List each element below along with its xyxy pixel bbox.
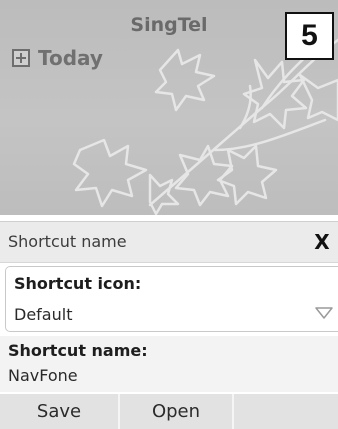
open-button[interactable]: Open — [120, 394, 234, 429]
shortcut-name-field[interactable]: Shortcut name: NavFone — [0, 336, 338, 392]
step-number-badge: 5 — [285, 12, 334, 60]
home-screen-wallpaper: SingTel Today 5 — [0, 0, 338, 215]
shortcut-name-label: Shortcut name: — [8, 341, 148, 360]
shortcut-icon-label: Shortcut icon: — [14, 274, 142, 293]
save-button[interactable]: Save — [0, 394, 120, 429]
dialog-title: Shortcut name — [8, 232, 127, 251]
close-button[interactable]: X — [310, 231, 334, 253]
today-item[interactable]: Today — [12, 46, 103, 70]
shortcut-icon-value: Default — [14, 305, 73, 324]
softkey-bar: Save Open — [0, 394, 338, 429]
today-label: Today — [38, 46, 103, 70]
chevron-down-icon[interactable] — [314, 306, 334, 320]
shortcut-icon-select[interactable]: Shortcut icon: Default — [5, 266, 338, 332]
expand-plus-icon — [12, 49, 30, 67]
dialog-title-bar: Shortcut name X — [0, 221, 338, 263]
shortcut-name-value: NavFone — [8, 366, 78, 385]
